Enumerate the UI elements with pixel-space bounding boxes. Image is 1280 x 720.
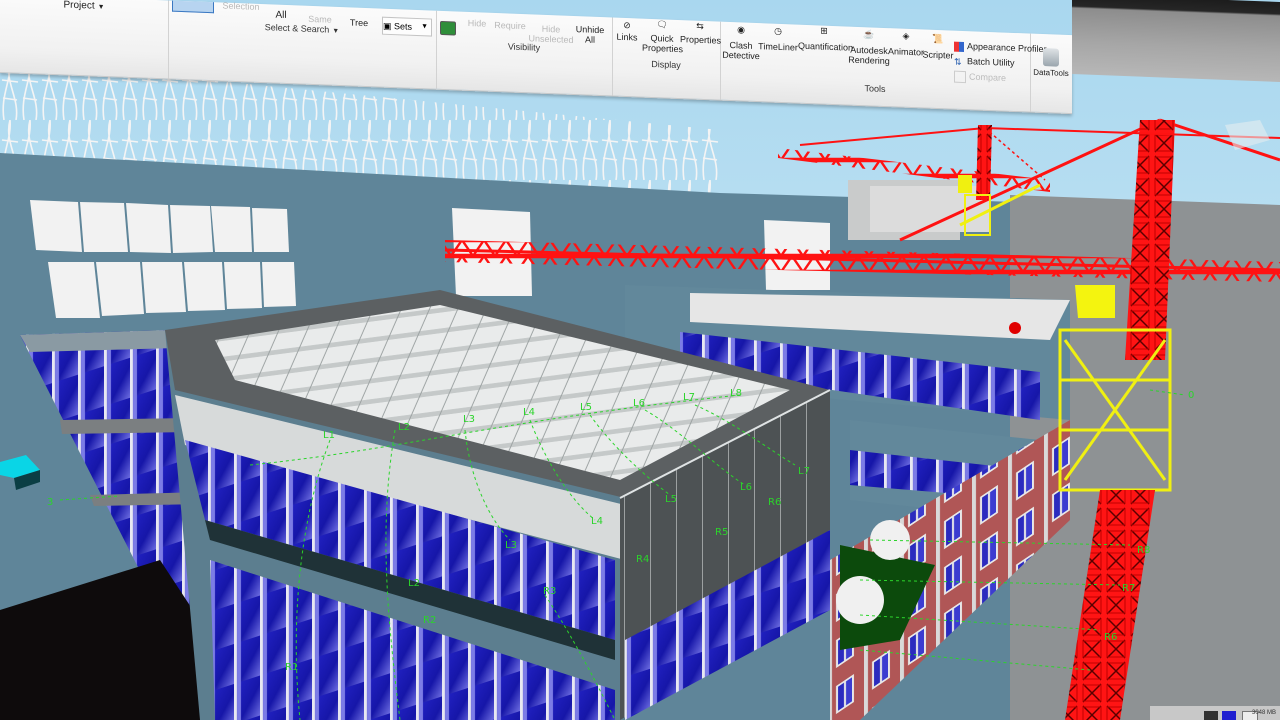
- scene-canvas[interactable]: L1 L2 L3 L4 L5 L6 L7 L8 L3 L4 L5 L6 L7 R…: [0, 0, 1280, 720]
- grid-label: L3: [463, 414, 475, 425]
- teapot-icon: ☕: [863, 29, 875, 40]
- project-dropdown[interactable]: Project ▼: [0, 0, 168, 14]
- grid-label: R4: [636, 554, 649, 565]
- properties-icon: ⇆: [696, 20, 704, 32]
- grid-label: R6: [768, 497, 781, 508]
- crane-hook: [1009, 322, 1021, 334]
- ribbon: Project ▼ Selection All Same Tree ▣ Sets ▼…: [0, 0, 1280, 115]
- batch-utility-button[interactable]: ⇅ Batch Utility: [954, 56, 1015, 69]
- compare-button[interactable]: Compare: [954, 70, 1006, 85]
- require-button[interactable]: Require: [492, 20, 528, 31]
- database-icon: [1043, 48, 1059, 67]
- links-icon: ⊘: [623, 19, 631, 31]
- links-button[interactable]: ⊘ Links: [614, 20, 640, 43]
- properties-button[interactable]: ⇆ Properties: [680, 20, 721, 46]
- autodesk-rendering-button[interactable]: ☕ Autodesk Rendering: [848, 29, 890, 67]
- grid-label: 3: [47, 497, 53, 508]
- grid-label: R7: [1122, 583, 1135, 594]
- grid-label: R6: [1104, 632, 1117, 643]
- select-all-button[interactable]: All: [266, 10, 296, 21]
- grid-label: L8: [730, 388, 742, 399]
- display-label: Display: [651, 59, 681, 71]
- grid-label: L5: [580, 402, 592, 413]
- selection-button[interactable]: Selection: [218, 0, 264, 12]
- crane-cab: [1075, 285, 1115, 318]
- status-icon[interactable]: [1204, 711, 1218, 720]
- grid-label: L4: [591, 516, 603, 527]
- grid-label: L4: [523, 407, 535, 418]
- grid-label: L5: [665, 494, 677, 505]
- grid-label: L6: [740, 482, 752, 493]
- group-select-search: Selection All Same Tree ▣ Sets ▼ Select &…: [168, 0, 456, 89]
- timeliner-icon: ◷: [774, 25, 782, 37]
- unhide-all-button[interactable]: Unhide All: [570, 24, 610, 46]
- status-bar: 3048 MB: [1150, 706, 1280, 720]
- grid-label: L2: [398, 422, 410, 433]
- grid-label: R8: [1137, 545, 1150, 556]
- clash-detective-icon: ◉: [737, 24, 745, 35]
- grid-label: R2: [423, 615, 436, 626]
- 3d-viewport[interactable]: L1 L2 L3 L4 L5 L6 L7 L8 L3 L4 L5 L6 L7 R…: [0, 0, 1280, 720]
- clash-detective-button[interactable]: ◉ Clash Detective: [722, 24, 760, 61]
- chevron-down-icon: ▼: [97, 3, 105, 12]
- grid-label: L7: [798, 466, 810, 477]
- tree: [836, 576, 884, 624]
- grid-label: R5: [715, 527, 728, 538]
- scripter-button[interactable]: 📜 Scripter: [922, 33, 954, 61]
- group-tools: ◉ Clash Detective ◷ TimeLiner ⊞ Quantificati…: [720, 21, 1047, 112]
- grid-label: R1: [285, 662, 298, 673]
- grid-label: L1: [323, 430, 335, 441]
- grid-label: L6: [633, 398, 645, 409]
- group-visibility: Hide Require Hide Unselected Unhide All Vi…: [436, 10, 613, 96]
- group-project: Project ▼: [0, 0, 169, 79]
- scroll-icon: 📜: [932, 33, 944, 45]
- datatools-button[interactable]: DataTools: [1032, 48, 1070, 79]
- quantification-button[interactable]: ⊞ Quantification: [798, 25, 853, 53]
- grid-label: L7: [683, 392, 695, 403]
- group-label: Project: [63, 0, 95, 12]
- grid-label: R3: [543, 586, 556, 597]
- quick-properties-button[interactable]: 🗨 Quick Properties: [642, 19, 683, 54]
- animator-button[interactable]: ◈ Animator: [888, 30, 924, 58]
- grid-label: L3: [505, 540, 517, 551]
- group-display: ⊘ Links 🗨 Quick Properties ⇆ Properties Disp…: [612, 17, 721, 100]
- appearance-profiler-icon: [954, 41, 964, 52]
- grid-label: 0: [1188, 390, 1194, 401]
- speech-bubble-icon: 🗨: [656, 19, 668, 30]
- group-datatools: DataTools: [1030, 34, 1072, 114]
- hide-button[interactable]: Hide: [462, 18, 492, 29]
- quantification-icon: ⊞: [820, 25, 828, 36]
- animator-icon: ◈: [902, 30, 910, 41]
- status-icon[interactable]: [1222, 711, 1236, 720]
- grid-label: L2: [408, 578, 420, 589]
- select-button-icon[interactable]: [172, 0, 214, 14]
- ribbon-empty-area: [1072, 0, 1280, 83]
- batch-utility-icon: ⇅: [954, 56, 962, 67]
- memory-usage: 3048 MB: [1251, 710, 1276, 716]
- compare-icon: [954, 70, 966, 84]
- timeliner-button[interactable]: ◷ TimeLiner: [758, 25, 798, 53]
